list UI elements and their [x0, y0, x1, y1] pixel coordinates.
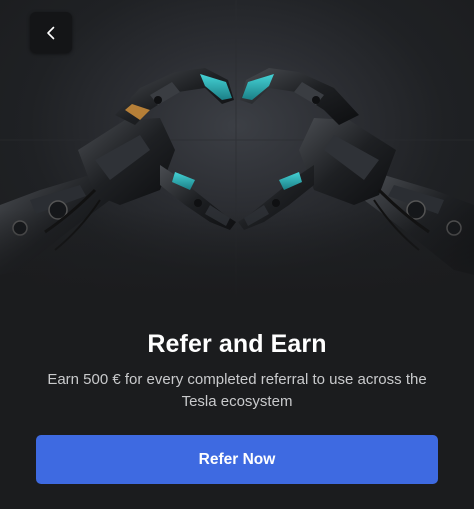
left-robot-hand [0, 68, 236, 275]
back-button[interactable] [30, 12, 72, 53]
referral-screen: Refer and Earn Earn 500 € for every comp… [0, 0, 474, 509]
refer-now-label: Refer Now [198, 450, 276, 468]
right-robot-hand [238, 68, 474, 275]
referral-description: Earn 500 € for every completed referral … [47, 371, 427, 410]
page-title: Refer and Earn [147, 330, 327, 358]
refer-now-button[interactable]: Refer Now [36, 435, 438, 484]
chevron-left-icon [46, 26, 56, 40]
